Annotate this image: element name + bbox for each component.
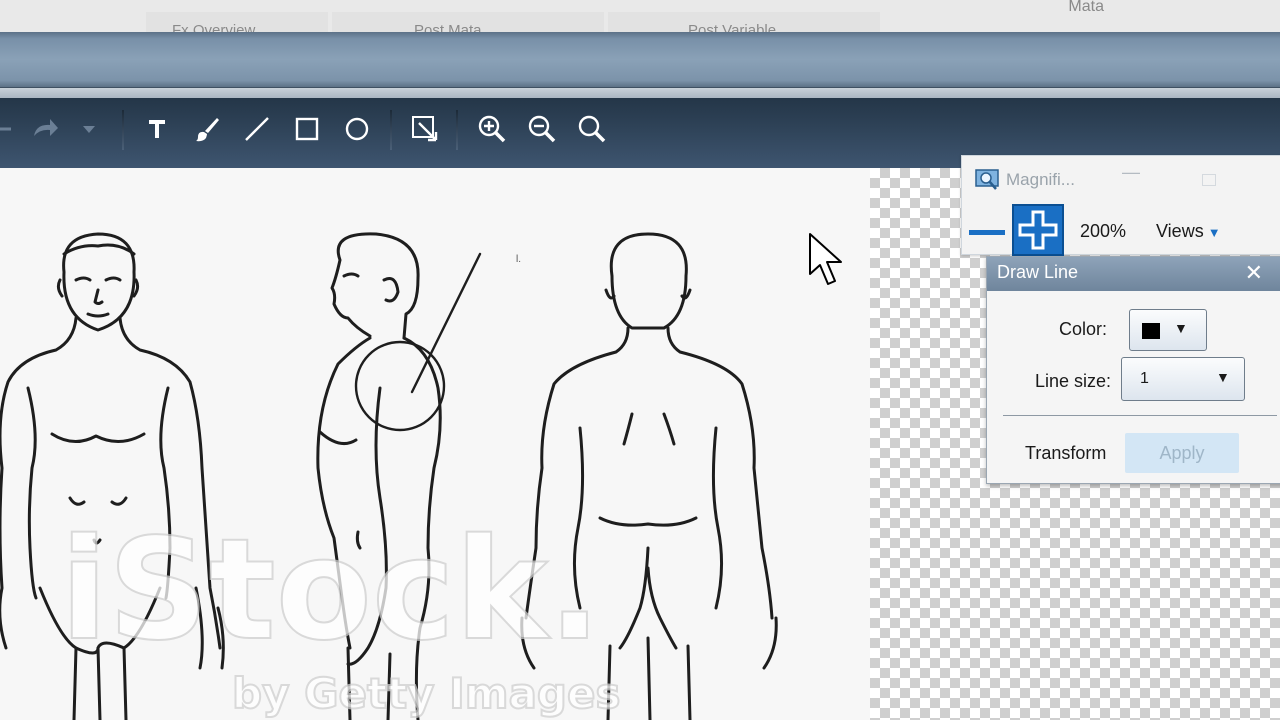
views-label: Views — [1156, 221, 1204, 241]
color-label: Color: — [1059, 319, 1108, 339]
panel-divider — [1003, 415, 1277, 416]
crop-select-icon[interactable] — [406, 112, 444, 146]
toolbar-separator — [390, 110, 392, 150]
background-tab[interactable]: Post Variable — [608, 12, 880, 32]
minus-icon — [969, 230, 1005, 235]
zoom-in-icon[interactable] — [473, 112, 511, 146]
app-window: Fx Overview Post Mata Post Variable Mata — [0, 0, 1280, 720]
toolbar-separator — [122, 110, 124, 150]
title-bar — [0, 32, 1280, 88]
magnifier-icon[interactable] — [573, 112, 611, 146]
draw-line-header: Draw Line ✕ — [987, 257, 1280, 291]
line-size-select[interactable]: 1 ▼ — [1121, 357, 1245, 401]
line-tool-icon[interactable] — [238, 112, 276, 146]
magnifier-window: Magnifi... — 200% Views ▼ — [961, 155, 1280, 256]
line-size-value: 1 — [1140, 370, 1149, 387]
toolbar-separator — [456, 110, 458, 150]
transform-label: Transform — [1025, 443, 1107, 463]
apply-button[interactable]: Apply — [1125, 433, 1239, 473]
background-label: Mata — [1068, 0, 1104, 15]
color-swatch — [1142, 323, 1160, 339]
stray-mark: l. — [516, 254, 521, 265]
chevron-down-icon: ▼ — [1174, 320, 1188, 336]
watermark-sub: by Getty Images — [232, 669, 620, 718]
zoom-out-icon[interactable] — [523, 112, 561, 146]
title-divider — [0, 88, 1280, 98]
minimize-icon[interactable]: — — [1122, 162, 1140, 183]
chevron-down-icon: ▼ — [1207, 225, 1221, 240]
plus-icon — [1018, 210, 1058, 250]
line-size-label: Line size: — [1035, 371, 1112, 391]
mouse-pointer-icon — [808, 232, 848, 293]
watermark-main: iStock. — [60, 509, 601, 672]
rectangle-tool-icon[interactable] — [288, 112, 326, 146]
chevron-down-icon: ▼ — [1216, 369, 1230, 385]
background-tab-strip: Fx Overview Post Mata Post Variable Mata — [0, 0, 1280, 32]
draw-line-title: Draw Line — [997, 262, 1079, 282]
close-icon[interactable]: ✕ — [1245, 260, 1263, 286]
draw-line-panel: Draw Line ✕ Color: ▼ Line size: 1 ▼ Tran… — [986, 256, 1280, 484]
magnifier-zoom-level: 200% — [1080, 221, 1127, 241]
background-tab[interactable]: Post Mata — [332, 12, 604, 32]
text-tool-icon[interactable] — [138, 112, 176, 146]
magnifier-zoom-in-button[interactable] — [1012, 204, 1064, 256]
ellipse-tool-icon[interactable] — [338, 112, 376, 146]
background-tab[interactable]: Fx Overview — [146, 12, 328, 32]
magnifier-title: Magnifi... — [1006, 170, 1075, 189]
chevron-down-icon[interactable] — [70, 112, 108, 146]
color-picker-button[interactable]: ▼ — [1129, 309, 1207, 351]
maximize-icon[interactable] — [1202, 174, 1216, 186]
magnifier-zoom-out-button[interactable] — [968, 218, 1006, 246]
image-canvas[interactable]: iStock. by Getty Images l. — [0, 168, 870, 720]
magnifier-views-menu[interactable]: Views ▼ — [1156, 221, 1221, 242]
body-outline-image: iStock. by Getty Images l. — [0, 232, 778, 720]
brush-icon[interactable] — [188, 112, 226, 146]
redo-arrow-icon[interactable] — [26, 112, 64, 146]
magnifier-app-icon — [974, 168, 1002, 197]
undo-edge-icon[interactable] — [0, 112, 22, 146]
